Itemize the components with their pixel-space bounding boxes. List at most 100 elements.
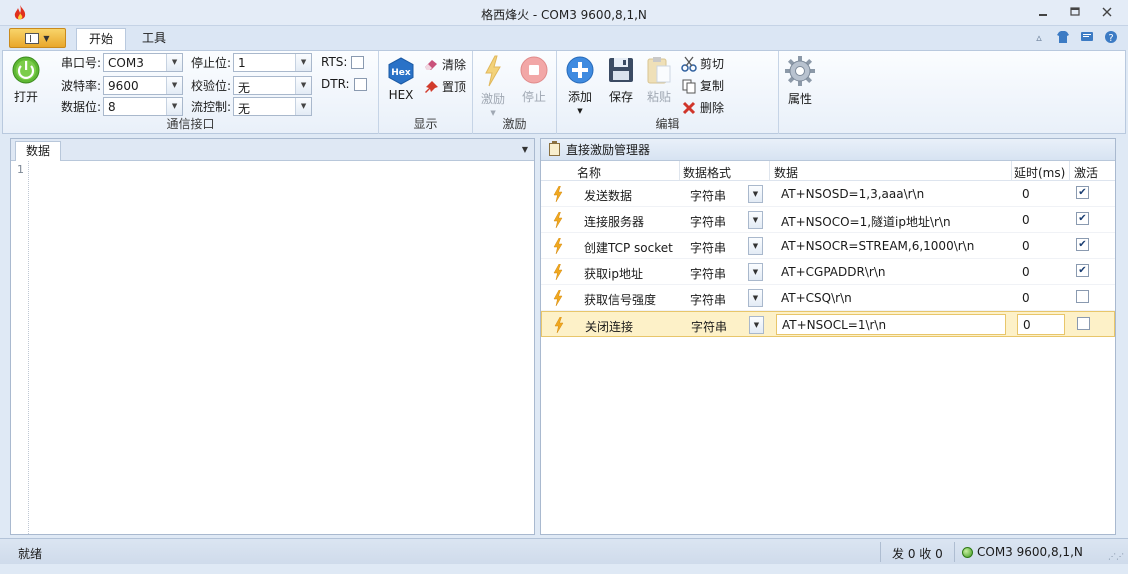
active-checkbox[interactable]: [1077, 317, 1090, 330]
collapse-ribbon-icon[interactable]: ▵: [1032, 30, 1046, 44]
help-icon[interactable]: ?: [1104, 30, 1118, 44]
minimize-button[interactable]: [1030, 4, 1056, 20]
flow-field-row: 流控制: 无 ▼: [191, 96, 313, 116]
row-format[interactable]: 字符串: [691, 318, 727, 335]
active-checkbox[interactable]: ✔: [1076, 238, 1089, 251]
stop-button[interactable]: 停止: [519, 55, 549, 105]
row-delay[interactable]: 0: [1022, 187, 1030, 201]
table-row[interactable]: 创建TCP socket 字符串 ▼ AT+NSOCR=STREAM,6,1000\r…: [541, 233, 1115, 259]
baud-select[interactable]: 9600 ▼: [103, 75, 184, 95]
lightning-icon[interactable]: [553, 238, 563, 254]
active-checkbox[interactable]: ✔: [1076, 264, 1089, 277]
open-port-button[interactable]: 打开: [11, 55, 41, 105]
data-panel-header: 数据 ▼: [11, 139, 534, 161]
table-row[interactable]: 获取信号强度 字符串 ▼ AT+CSQ\r\n 0: [541, 285, 1115, 311]
cut-button[interactable]: 剪切: [681, 55, 724, 72]
resize-grip-icon[interactable]: ⋰⋰: [1108, 552, 1124, 561]
app-menu-icon: [25, 32, 40, 44]
active-checkbox[interactable]: ✔: [1076, 186, 1089, 199]
column-header-name[interactable]: 名称: [577, 164, 601, 181]
active-checkbox[interactable]: ✔: [1076, 212, 1089, 225]
row-data[interactable]: AT+CSQ\r\n: [781, 291, 852, 305]
row-name[interactable]: 创建TCP socket: [584, 239, 673, 256]
paste-button[interactable]: 粘贴: [645, 55, 673, 105]
row-name[interactable]: 获取信号强度: [584, 291, 656, 308]
row-name[interactable]: 发送数据: [584, 187, 632, 204]
table-row[interactable]: 关闭连接 字符串 ▼ AT+NSOCL=1\r\n 0: [541, 311, 1115, 337]
add-button[interactable]: 添加 ▼: [565, 55, 595, 115]
chevron-down-icon[interactable]: ▼: [748, 263, 763, 281]
row-name[interactable]: 获取ip地址: [584, 265, 643, 282]
row-delay[interactable]: 0: [1022, 213, 1030, 227]
stop-label: 停止: [521, 90, 546, 104]
rts-checkbox[interactable]: [351, 55, 365, 69]
row-format[interactable]: 字符串: [690, 265, 726, 282]
lightning-icon[interactable]: [553, 290, 563, 306]
lightning-icon[interactable]: [553, 186, 563, 202]
close-button[interactable]: [1094, 4, 1120, 20]
active-checkbox[interactable]: [1076, 290, 1089, 303]
lightning-icon[interactable]: [554, 317, 564, 333]
row-format[interactable]: 字符串: [690, 291, 726, 308]
hex-icon: Hex: [388, 57, 414, 85]
chevron-down-icon[interactable]: ▼: [749, 316, 764, 334]
application-menu-button[interactable]: ▼: [9, 28, 66, 48]
data-text-area[interactable]: [30, 161, 534, 534]
chevron-down-icon[interactable]: ▼: [748, 185, 763, 203]
row-delay[interactable]: 0: [1022, 265, 1030, 279]
port-select[interactable]: COM3 ▼: [103, 52, 184, 72]
group-label-edit: 编辑: [655, 117, 680, 131]
row-name[interactable]: 连接服务器: [584, 213, 644, 230]
hex-button[interactable]: Hex HEX: [388, 57, 414, 102]
column-header-delay[interactable]: 延时(ms): [1014, 164, 1065, 181]
panel-menu-chevron-icon[interactable]: ▼: [522, 145, 528, 154]
clear-button[interactable]: 清除: [423, 56, 466, 73]
chevron-down-icon[interactable]: ▼: [748, 211, 763, 229]
row-data[interactable]: AT+NSOSD=1,3,aaa\r\n: [781, 187, 924, 201]
parity-select[interactable]: 无 ▼: [233, 75, 313, 95]
row-delay[interactable]: 0: [1022, 239, 1030, 253]
table-row[interactable]: 连接服务器 字符串 ▼ AT+NSOCO=1,隧道ip地址\r\n 0 ✔: [541, 207, 1115, 233]
delete-button[interactable]: 删除: [681, 99, 724, 116]
databits-select[interactable]: 8 ▼: [103, 96, 184, 116]
tab-tools[interactable]: 工具: [130, 28, 178, 50]
lightning-icon[interactable]: [553, 264, 563, 280]
lightning-icon[interactable]: [553, 212, 563, 228]
feedback-icon[interactable]: [1080, 30, 1094, 44]
column-header-data[interactable]: 数据: [774, 164, 798, 181]
stopbits-value: 1: [238, 55, 246, 70]
flow-select[interactable]: 无 ▼: [233, 96, 313, 116]
copy-button[interactable]: 复制: [681, 77, 724, 94]
dtr-checkbox[interactable]: [353, 77, 367, 91]
chevron-down-icon: ▼: [166, 53, 183, 71]
stimulus-button[interactable]: 激励 ▼: [481, 55, 505, 117]
skin-shirt-icon[interactable]: [1056, 30, 1070, 44]
row-format[interactable]: 字符串: [690, 187, 726, 204]
row-data[interactable]: AT+NSOCL=1\r\n: [782, 318, 886, 332]
tab-data[interactable]: 数据: [15, 141, 62, 161]
row-delay[interactable]: 0: [1023, 318, 1031, 332]
row-format[interactable]: 字符串: [690, 239, 726, 256]
column-header-active[interactable]: 激活: [1074, 164, 1098, 181]
tab-start[interactable]: 开始: [76, 28, 127, 50]
restore-button[interactable]: [1062, 4, 1088, 20]
row-name[interactable]: 关闭连接: [585, 318, 633, 335]
row-delay[interactable]: 0: [1022, 291, 1030, 305]
properties-button[interactable]: 属性: [784, 55, 816, 107]
gear-icon: [785, 56, 815, 86]
chevron-down-icon[interactable]: ▼: [748, 289, 763, 307]
delete-label: 删除: [700, 101, 725, 115]
row-data[interactable]: AT+NSOCO=1,隧道ip地址\r\n: [781, 213, 951, 230]
table-row[interactable]: 发送数据 字符串 ▼ AT+NSOSD=1,3,aaa\r\n 0 ✔: [541, 181, 1115, 207]
row-data[interactable]: AT+NSOCR=STREAM,6,1000\r\n: [781, 239, 974, 253]
column-header-format[interactable]: 数据格式: [683, 164, 731, 181]
row-format[interactable]: 字符串: [690, 213, 726, 230]
ribbon-panel: 打开 串口号: COM3 ▼ 波特率: 9600 ▼ 数据位: 8 ▼ 停止位:: [2, 50, 1126, 134]
stopbits-select[interactable]: 1 ▼: [233, 52, 313, 72]
save-button[interactable]: 保存: [607, 55, 635, 105]
chevron-down-icon: ▼: [577, 107, 583, 115]
pin-top-button[interactable]: 置顶: [423, 78, 466, 95]
row-data[interactable]: AT+CGPADDR\r\n: [781, 265, 885, 279]
table-row[interactable]: 获取ip地址 字符串 ▼ AT+CGPADDR\r\n 0 ✔: [541, 259, 1115, 285]
chevron-down-icon[interactable]: ▼: [748, 237, 763, 255]
